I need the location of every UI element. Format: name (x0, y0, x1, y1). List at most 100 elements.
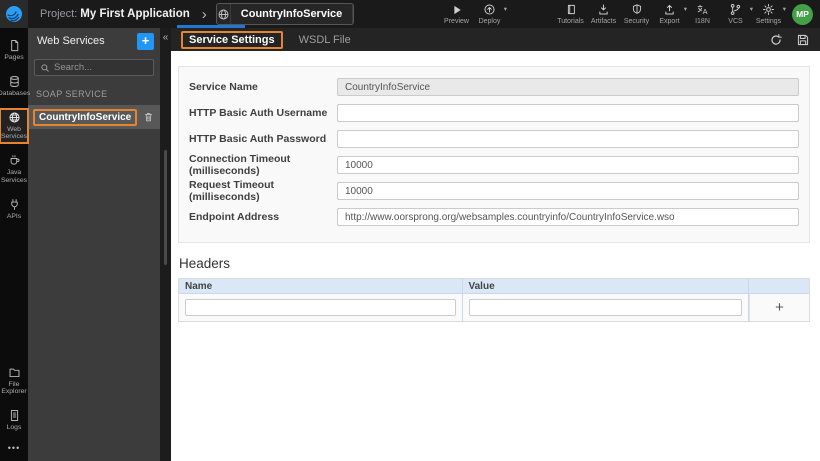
page-icon (8, 39, 21, 52)
globe-icon (8, 111, 21, 124)
sidebar-label: File Explorer (1, 380, 27, 396)
caret-down-icon: ▾ (782, 6, 786, 13)
security-button[interactable]: Security (620, 0, 653, 28)
connection-timeout-input[interactable] (337, 156, 799, 174)
sidebar-item-pages[interactable]: Pages (0, 37, 28, 64)
artifacts-button[interactable]: Artifacts (587, 0, 620, 28)
deploy-button[interactable]: Deploy ▾ (473, 0, 507, 28)
settings-label: Settings (755, 18, 782, 25)
project-name: My First Application (80, 8, 190, 20)
soap-service-section-label: SOAP SERVICE (36, 89, 108, 99)
export-label: Export (659, 18, 680, 25)
collapse-panel-button[interactable]: « (160, 33, 171, 43)
folder-icon (8, 366, 21, 379)
book-icon (565, 3, 577, 16)
security-label: Security (623, 18, 650, 25)
left-nav-sidebar: Pages Databases Web Services Java Servic… (0, 28, 31, 461)
service-list-item[interactable]: CountryInfoService (28, 105, 160, 129)
http-basic-auth-username-input[interactable] (337, 104, 799, 122)
tab-service-settings[interactable]: Service Settings (181, 30, 283, 49)
field-label: Endpoint Address (189, 211, 280, 223)
sidebar-label: Logs (6, 424, 22, 432)
header-name-input[interactable] (185, 299, 456, 316)
add-header-row-button[interactable]: + (756, 300, 803, 315)
chevron-right-icon: › (201, 5, 207, 23)
service-tabbar: Service Settings WSDL File (171, 28, 820, 51)
add-service-button[interactable]: + (137, 32, 154, 50)
translate-icon: A (696, 3, 709, 16)
scrollbar-thumb[interactable] (164, 150, 167, 265)
i18n-button[interactable]: A I18N (686, 0, 719, 28)
http-basic-auth-password-input[interactable] (337, 130, 799, 148)
topbar-right-cluster: Artifacts Security Export ▾ A I18N VCS ▾… (587, 0, 820, 28)
web-services-panel: Web Services + SOAP SERVICE CountryInfoS… (28, 28, 160, 461)
open-service-tab[interactable]: CountryInfoService (215, 3, 354, 25)
header-value-input[interactable] (468, 299, 742, 316)
request-timeout-input[interactable] (337, 182, 799, 200)
upload-icon (663, 3, 676, 16)
tab-wsdl-file[interactable]: WSDL File (299, 34, 351, 46)
globe-icon (217, 4, 231, 24)
service-name[interactable]: CountryInfoService (33, 108, 138, 126)
field-label: Connection Timeout (milliseconds) (189, 153, 291, 177)
trash-icon[interactable] (143, 111, 154, 123)
panel-collapse-strip: « (160, 28, 171, 461)
sidebar-label: Databases (0, 89, 31, 97)
column-header-actions (749, 279, 809, 293)
deploy-label: Deploy (478, 18, 501, 25)
vcs-label: VCS (728, 18, 743, 25)
field-label: HTTP Basic Auth Username (189, 107, 328, 119)
endpoint-address-input[interactable] (337, 208, 799, 226)
gear-icon (762, 3, 775, 16)
plug-icon (8, 198, 21, 211)
sidebar-label: Java Services (0, 169, 28, 185)
column-header-value: Value (463, 279, 749, 293)
sidebar-item-java-services[interactable]: Java Services (0, 152, 28, 187)
sidebar-label: Web Services (0, 125, 28, 141)
grid-switcher-icon[interactable] (352, 4, 353, 24)
service-tab-label: CountryInfoService (240, 8, 343, 20)
field-label: Request Timeout (milliseconds) (189, 179, 274, 203)
user-avatar[interactable]: MP (792, 3, 813, 25)
caret-down-icon: ▾ (503, 6, 507, 13)
service-name-input (337, 78, 799, 96)
sidebar-item-logs[interactable]: Logs (0, 407, 28, 434)
app-logo[interactable] (0, 0, 28, 28)
preview-button[interactable]: Preview (440, 0, 473, 28)
vcs-button[interactable]: VCS ▾ (719, 0, 753, 28)
project-breadcrumb: Project: My First Application (40, 8, 190, 20)
coffee-icon (8, 154, 21, 167)
project-label: Project: (40, 8, 78, 20)
panel-header: Web Services + (28, 28, 160, 54)
refresh-button[interactable] (769, 33, 783, 47)
git-branch-icon (729, 3, 742, 16)
download-icon (597, 3, 610, 16)
service-settings-content: Service Name HTTP Basic Auth Username HT… (171, 51, 820, 461)
form-row: HTTP Basic Auth Password (189, 129, 799, 149)
search-icon (40, 63, 50, 73)
settings-button[interactable]: Settings ▾ (752, 0, 786, 28)
sidebar-item-apis[interactable]: APIs (0, 196, 28, 223)
i18n-label: I18N (695, 18, 710, 25)
topbar: Project: My First Application › CountryIn… (0, 0, 820, 28)
deploy-icon (483, 3, 496, 16)
active-tab-indicator (177, 25, 245, 28)
database-icon (8, 75, 21, 88)
sidebar-item-web-services[interactable]: Web Services (0, 107, 29, 145)
search-input[interactable] (54, 62, 148, 73)
tutorials-button[interactable]: Tutorials (554, 0, 587, 28)
form-row: Endpoint Address (189, 207, 799, 227)
artifacts-label: Artifacts (590, 18, 617, 25)
sidebar-item-databases[interactable]: Databases (0, 73, 31, 100)
export-button[interactable]: Export ▾ (653, 0, 687, 28)
field-label: HTTP Basic Auth Password (189, 133, 327, 145)
save-button[interactable] (796, 33, 810, 47)
sidebar-more-button[interactable]: ••• (8, 443, 20, 453)
form-row: HTTP Basic Auth Username (189, 103, 799, 123)
tabbar-actions (769, 33, 810, 47)
sidebar-item-file-explorer[interactable]: File Explorer (0, 364, 28, 399)
headers-table-header: Name Value (179, 279, 809, 294)
tutorials-label: Tutorials (557, 18, 584, 25)
preview-label: Preview (444, 17, 469, 25)
log-icon (8, 409, 21, 422)
